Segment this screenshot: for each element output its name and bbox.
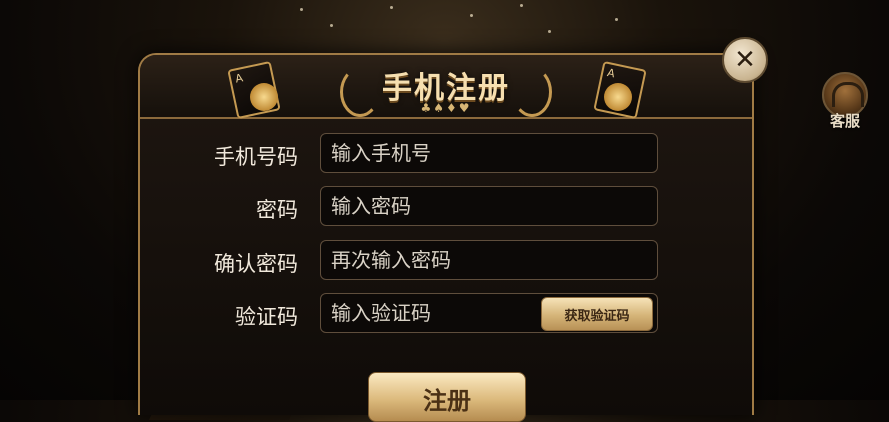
card-suits-decoration: ♣♠♦♥: [420, 101, 472, 115]
password-field-box: [320, 186, 658, 226]
register-button[interactable]: 注册: [368, 372, 526, 422]
customer-service-button[interactable]: 客服: [820, 72, 870, 132]
confirm-password-row: 确认密码: [140, 240, 752, 282]
cards-chips-decoration: A: [593, 60, 660, 120]
confirm-password-label: 确认密码: [214, 252, 298, 276]
verification-code-input[interactable]: [321, 294, 541, 332]
phone-input[interactable]: [321, 134, 657, 172]
get-code-button[interactable]: 获取验证码: [541, 297, 653, 331]
phone-label: 手机号码: [214, 145, 298, 169]
sparkle: [300, 8, 303, 11]
dialog-header: A 手机注册 ♣♠♦♥ A: [140, 55, 752, 120]
password-input[interactable]: [321, 187, 657, 225]
password-row: 密码: [140, 186, 752, 228]
verification-code-label: 验证码: [235, 305, 298, 329]
verification-code-field-box: 获取验证码: [320, 293, 658, 333]
verification-code-row: 验证码 获取验证码: [140, 293, 752, 335]
sparkle: [470, 14, 473, 17]
confirm-password-input[interactable]: [321, 241, 657, 279]
password-label: 密码: [256, 198, 298, 222]
phone-row: 手机号码: [140, 133, 752, 175]
close-button[interactable]: ✕: [722, 37, 768, 83]
register-dialog: A 手机注册 ♣♠♦♥ A 手机号码 密码 确认密码 验证码 获取验: [138, 53, 754, 422]
laurel-right-icon: [512, 67, 552, 117]
confirm-password-field-box: [320, 240, 658, 280]
sparkle: [548, 30, 551, 33]
sparkle: [615, 18, 618, 21]
sparkle: [390, 6, 393, 9]
sparkle: [330, 24, 333, 27]
sparkle: [520, 4, 523, 7]
phone-field-box: [320, 133, 658, 173]
close-icon: ✕: [734, 45, 756, 75]
customer-service-label: 客服: [829, 112, 860, 130]
